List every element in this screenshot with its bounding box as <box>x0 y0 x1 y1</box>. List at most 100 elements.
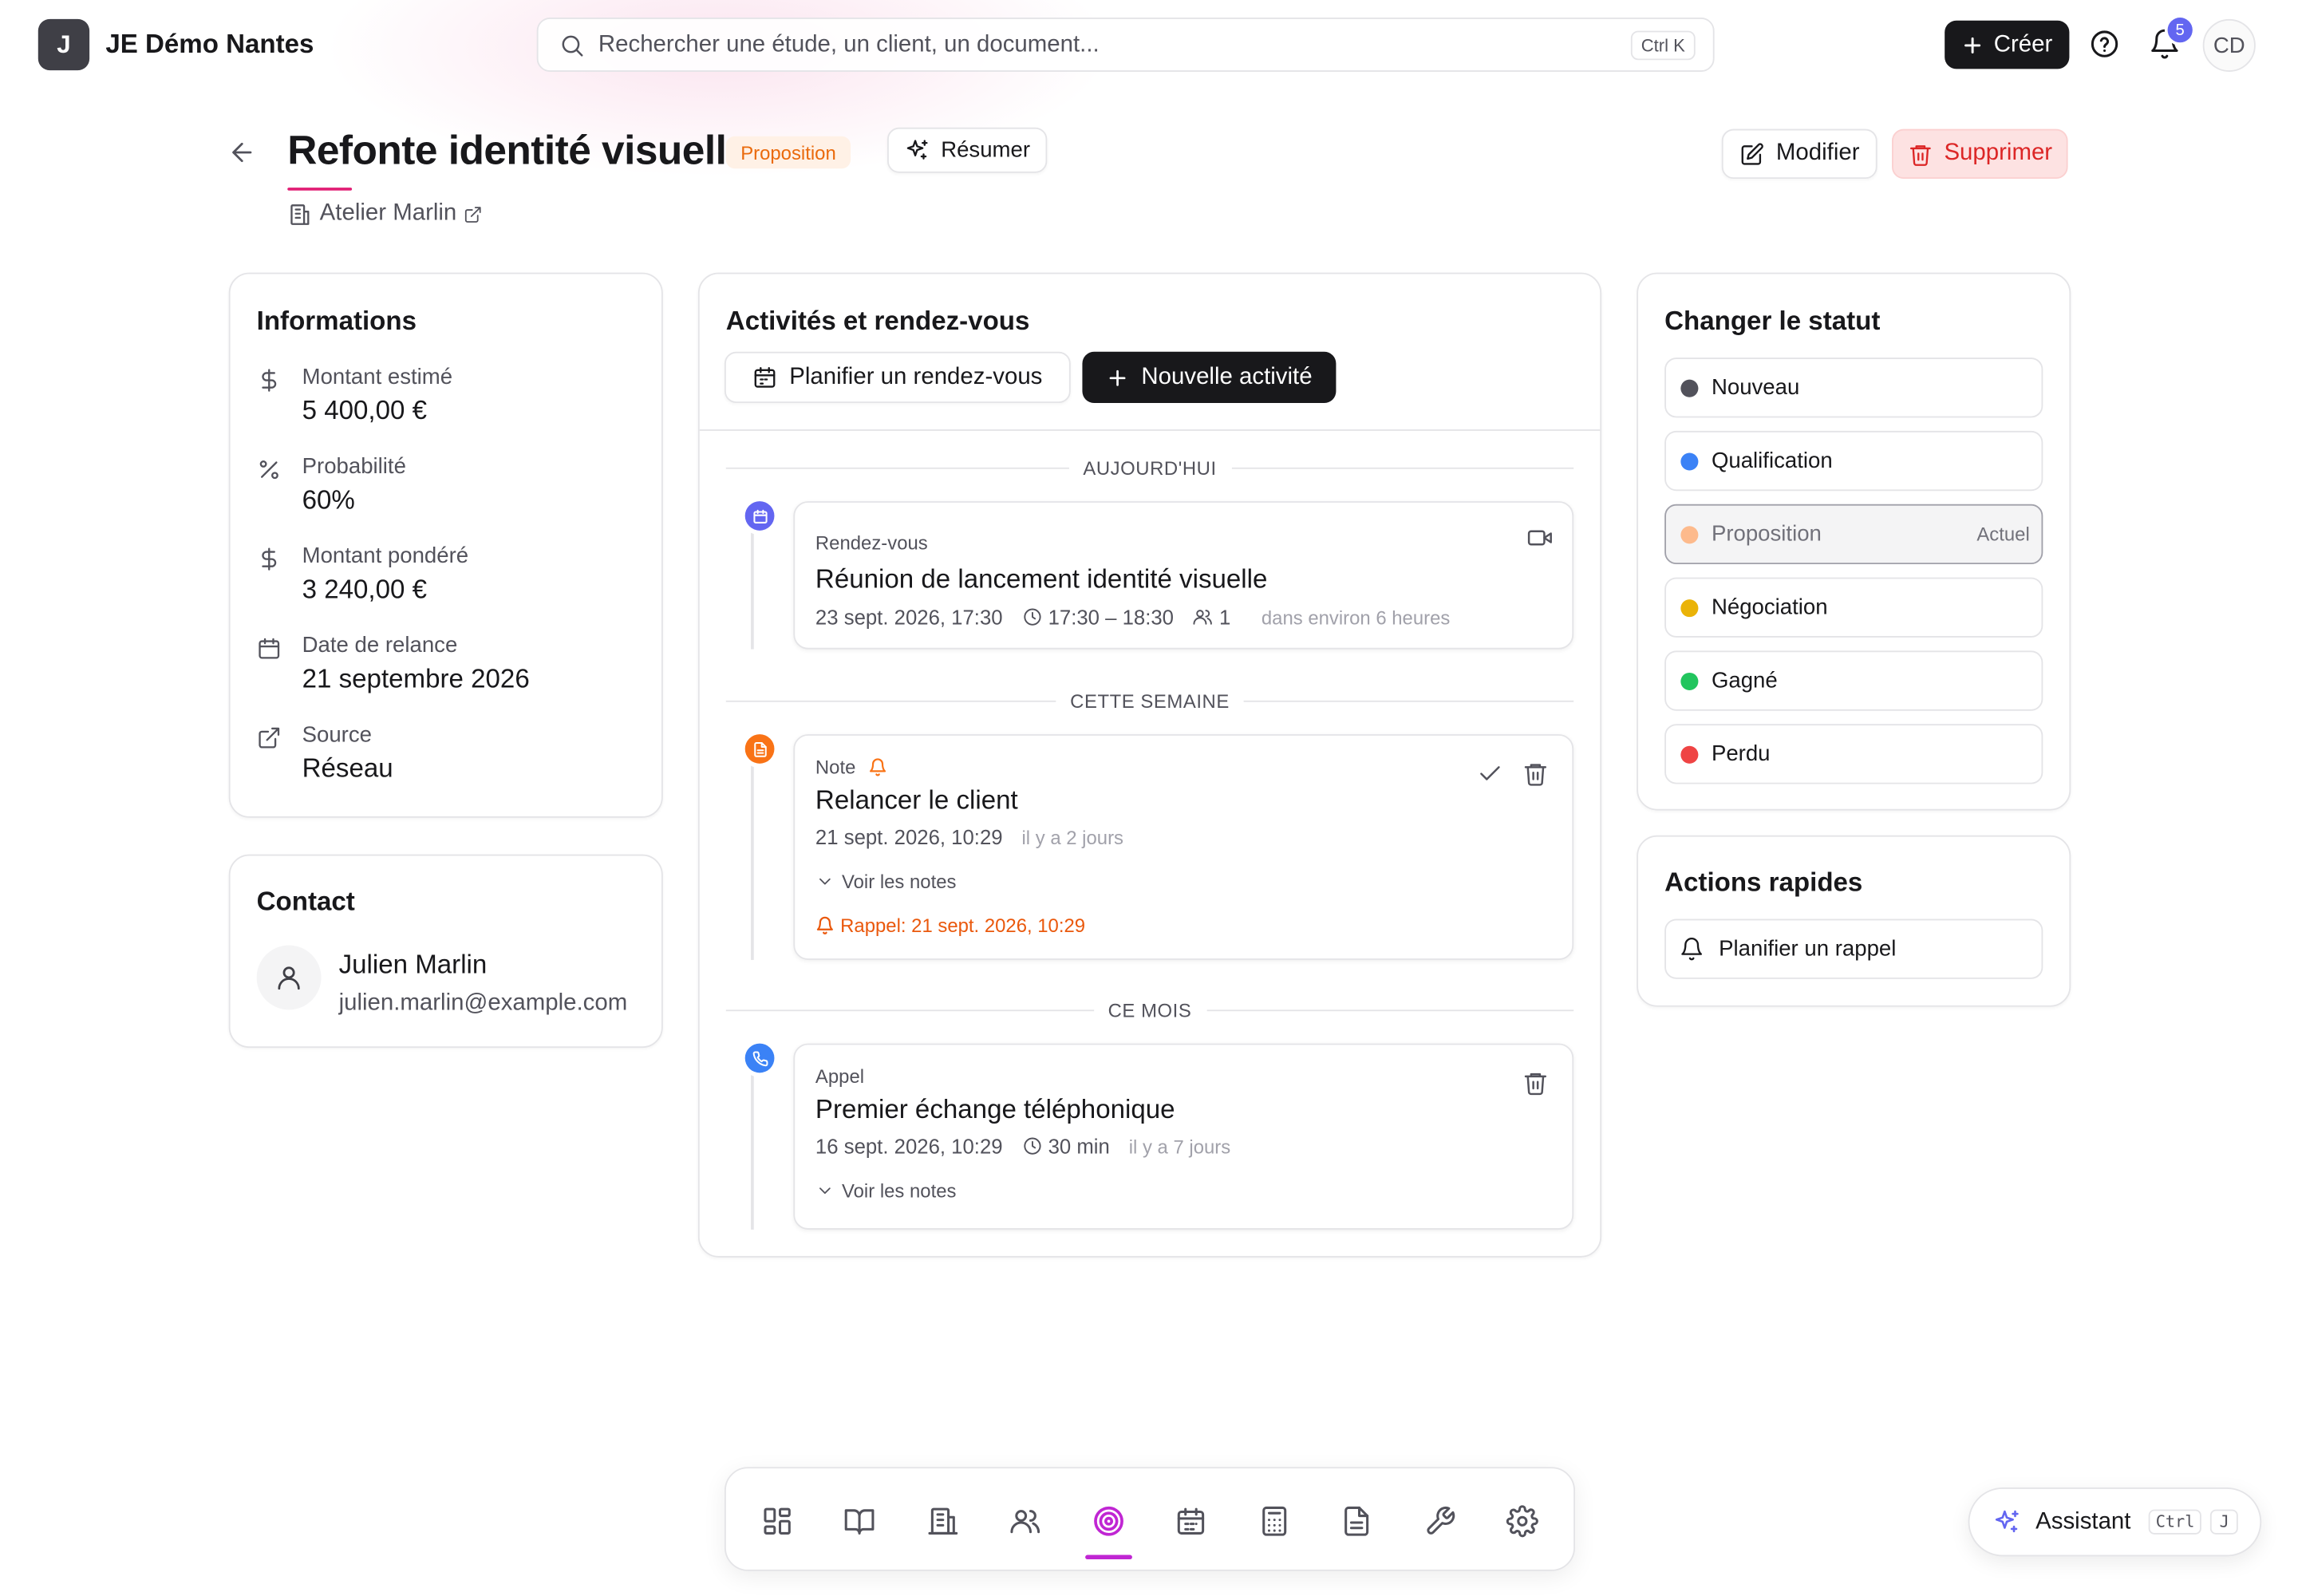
status-option-negociation[interactable]: Négociation <box>1664 577 2043 638</box>
info-value: 3 240,00 € <box>302 574 428 604</box>
activity-item-note[interactable]: Note Relancer le client 21 sept. 2026, 1… <box>793 734 1574 960</box>
trash-icon <box>1524 1073 1547 1096</box>
toggle-notes-button[interactable]: Voir les notes <box>815 870 957 893</box>
activity-date: 21 sept. 2026, 10:29 <box>815 824 1003 849</box>
timeline-line <box>751 747 754 960</box>
info-card: Informations Montant estimé 5 400,00 € Pr… <box>228 272 663 818</box>
new-activity-label: Nouvelle activité <box>1141 364 1313 389</box>
status-dot <box>1680 598 1699 617</box>
info-row-weighted: Montant pondéré 3 240,00 € <box>257 543 468 605</box>
status-option-proposition[interactable]: Proposition Actuel <box>1664 504 2043 565</box>
edit-button[interactable]: Modifier <box>1721 128 1877 180</box>
dock-knowledge[interactable] <box>833 1495 886 1547</box>
building-icon <box>928 1507 958 1535</box>
activity-type: Rendez-vous <box>815 531 928 555</box>
dock-dashboard[interactable] <box>751 1495 804 1547</box>
document-icon <box>1344 1506 1369 1536</box>
activity-meta: 23 sept. 2026, 17:30 17:30 – 18:30 1 dan… <box>815 605 1450 628</box>
contact-avatar <box>256 945 322 1010</box>
search-input[interactable]: Rechercher une étude, un client, un docu… <box>598 31 1100 57</box>
create-button[interactable]: Créer <box>1945 20 2070 69</box>
sparkles-icon <box>906 140 927 160</box>
assistant-button[interactable]: Assistant Ctrl J <box>1968 1487 2262 1557</box>
status-option-gagne[interactable]: Gagné <box>1664 650 2043 711</box>
trash-icon <box>1524 764 1547 786</box>
dock-tools[interactable] <box>1414 1495 1467 1547</box>
edit-label: Modifier <box>1775 140 1860 166</box>
building-icon <box>290 203 310 225</box>
dock-settings[interactable] <box>1496 1495 1549 1547</box>
current-status-tag: Actuel <box>1976 523 2030 546</box>
delete-activity-button[interactable] <box>1522 760 1549 787</box>
dollar-icon <box>262 547 277 571</box>
status-label: Gagné <box>1711 668 1778 693</box>
activity-type: Note <box>815 757 888 778</box>
check-icon <box>1480 766 1500 780</box>
summarize-button[interactable]: Résumer <box>886 127 1048 173</box>
activity-date: 23 sept. 2026, 17:30 <box>815 605 1003 629</box>
status-label: Nouveau <box>1711 375 1800 401</box>
status-option-qualification[interactable]: Qualification <box>1664 430 2043 492</box>
contact-email[interactable]: julien.marlin@example.com <box>339 990 628 1017</box>
page-title: Refonte identité visuelle <box>287 127 749 173</box>
dock-members[interactable] <box>999 1495 1052 1547</box>
notifications-badge: 5 <box>2167 18 2193 43</box>
user-icon <box>278 966 300 990</box>
status-label: Négociation <box>1711 595 1828 620</box>
info-label: Probabilité <box>302 454 406 480</box>
schedule-reminder-label: Planifier un rappel <box>1719 936 1897 962</box>
assistant-label: Assistant <box>2035 1508 2131 1534</box>
wrench-icon <box>1427 1506 1455 1535</box>
external-link-icon <box>259 727 280 749</box>
activity-date: 16 sept. 2026, 10:29 <box>815 1134 1003 1158</box>
delete-label: Supprimer <box>1944 140 2053 166</box>
chevron-down-icon <box>819 878 831 885</box>
status-option-perdu[interactable]: Perdu <box>1664 724 2043 784</box>
schedule-reminder-button[interactable]: Planifier un rappel <box>1664 918 2043 979</box>
dock-active-indicator <box>1085 1555 1132 1560</box>
status-dot <box>1680 672 1699 690</box>
info-label: Source <box>302 722 372 748</box>
user-avatar[interactable]: CD <box>2202 18 2256 72</box>
dock-calendar[interactable] <box>1164 1495 1217 1547</box>
search-shortcut: Ctrl K <box>1630 30 1696 61</box>
dock-pipeline[interactable] <box>1082 1495 1135 1547</box>
video-icon <box>1527 530 1552 546</box>
activity-item-call[interactable]: Appel Premier échange téléphonique 16 se… <box>793 1043 1574 1230</box>
status-card: Changer le statut Nouveau Qualification … <box>1637 272 2071 811</box>
activity-title: Premier échange téléphonique <box>815 1094 1175 1124</box>
status-title: Changer le statut <box>1664 306 1881 336</box>
back-button[interactable] <box>227 138 257 168</box>
reminder-info: Rappel: 21 sept. 2026, 10:29 <box>815 915 1085 937</box>
percent-icon <box>259 460 278 480</box>
activities-card: Activités et rendez-vous Planifier un re… <box>697 272 1602 1258</box>
dock-accounting[interactable] <box>1248 1495 1301 1547</box>
org-logo[interactable]: J <box>38 18 90 71</box>
calendar-icon <box>752 508 767 523</box>
dock-clients[interactable] <box>917 1495 969 1547</box>
clock-icon <box>1023 1137 1040 1155</box>
delete-button[interactable]: Supprimer <box>1892 128 2068 180</box>
schedule-meeting-button[interactable]: Planifier un rendez-vous <box>724 351 1071 404</box>
org-name[interactable]: JE Démo Nantes <box>105 30 314 61</box>
toggle-notes-button[interactable]: Voir les notes <box>815 1179 957 1202</box>
client-link[interactable]: Atelier Marlin <box>287 201 483 227</box>
settings-icon <box>1506 1505 1538 1538</box>
arrow-left-icon <box>232 142 252 163</box>
global-search[interactable]: Rechercher une étude, un client, un docu… <box>536 18 1715 72</box>
delete-activity-button[interactable] <box>1522 1070 1549 1096</box>
toggle-notes-label: Voir les notes <box>842 870 957 893</box>
help-button[interactable] <box>2088 28 2120 60</box>
new-activity-button[interactable]: Nouvelle activité <box>1082 351 1337 404</box>
dashboard-icon <box>764 1507 791 1535</box>
dock-documents[interactable] <box>1330 1495 1383 1547</box>
users-icon <box>1194 610 1213 625</box>
activity-relative-time: il y a 2 jours <box>1021 825 1123 848</box>
status-option-nouveau[interactable]: Nouveau <box>1664 358 2043 418</box>
activity-item-meeting[interactable]: Rendez-vous Réunion de lancement identit… <box>793 501 1574 650</box>
info-value: Réseau <box>302 753 393 783</box>
dollar-icon <box>262 369 277 392</box>
toggle-notes-label: Voir les notes <box>842 1179 957 1202</box>
complete-button[interactable] <box>1477 760 1503 787</box>
contact-name[interactable]: Julien Marlin <box>339 950 488 981</box>
